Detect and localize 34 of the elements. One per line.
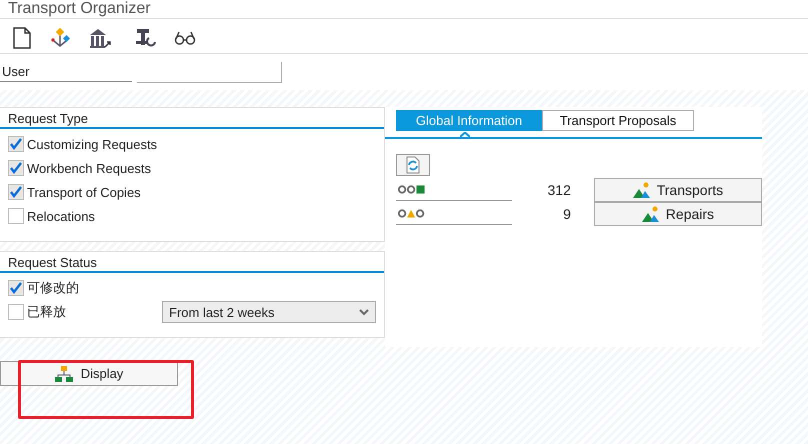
summary-button[interactable]: Repairs [594,202,762,226]
checkbox[interactable] [8,136,24,152]
summary-button[interactable]: Transports [594,178,762,202]
hierarchy-icon [54,364,73,382]
checkbox-label: 可修改的 [27,279,79,297]
diagram-icon[interactable] [49,27,71,49]
document-icon[interactable] [12,27,32,49]
checkbox[interactable] [8,208,24,224]
window-title: Transport Organizer [0,0,808,18]
field-label: User [0,62,132,82]
refresh-icon [405,156,421,174]
count: 9 [562,206,571,222]
tools-icon[interactable] [135,27,157,49]
glasses-icon[interactable] [174,30,196,46]
section-title: Request Type [0,110,384,129]
chevron-down-icon [359,308,369,316]
tab[interactable]: Transport Proposals [542,110,694,131]
checkbox[interactable] [8,304,24,320]
section-title: Request Status [0,254,384,273]
display-button[interactable]: Display [0,361,178,386]
period-dropdown[interactable]: From last 2 weeks [162,301,376,323]
building-icon[interactable] [88,27,112,49]
count: 312 [546,182,571,198]
checkbox-label: Workbench Requests [27,160,152,176]
checkbox-label: 已释放 [27,303,66,321]
refresh-button[interactable] [396,154,430,176]
checkbox[interactable] [8,160,24,176]
checkbox-label: Transport of Copies [27,184,141,200]
checkbox[interactable] [8,280,24,296]
checkbox-label: Relocations [27,208,95,224]
checkbox[interactable] [8,184,24,200]
mountain-icon [642,206,660,222]
mountain-icon [632,182,651,198]
checkbox-label: Customizing Requests [27,136,158,152]
